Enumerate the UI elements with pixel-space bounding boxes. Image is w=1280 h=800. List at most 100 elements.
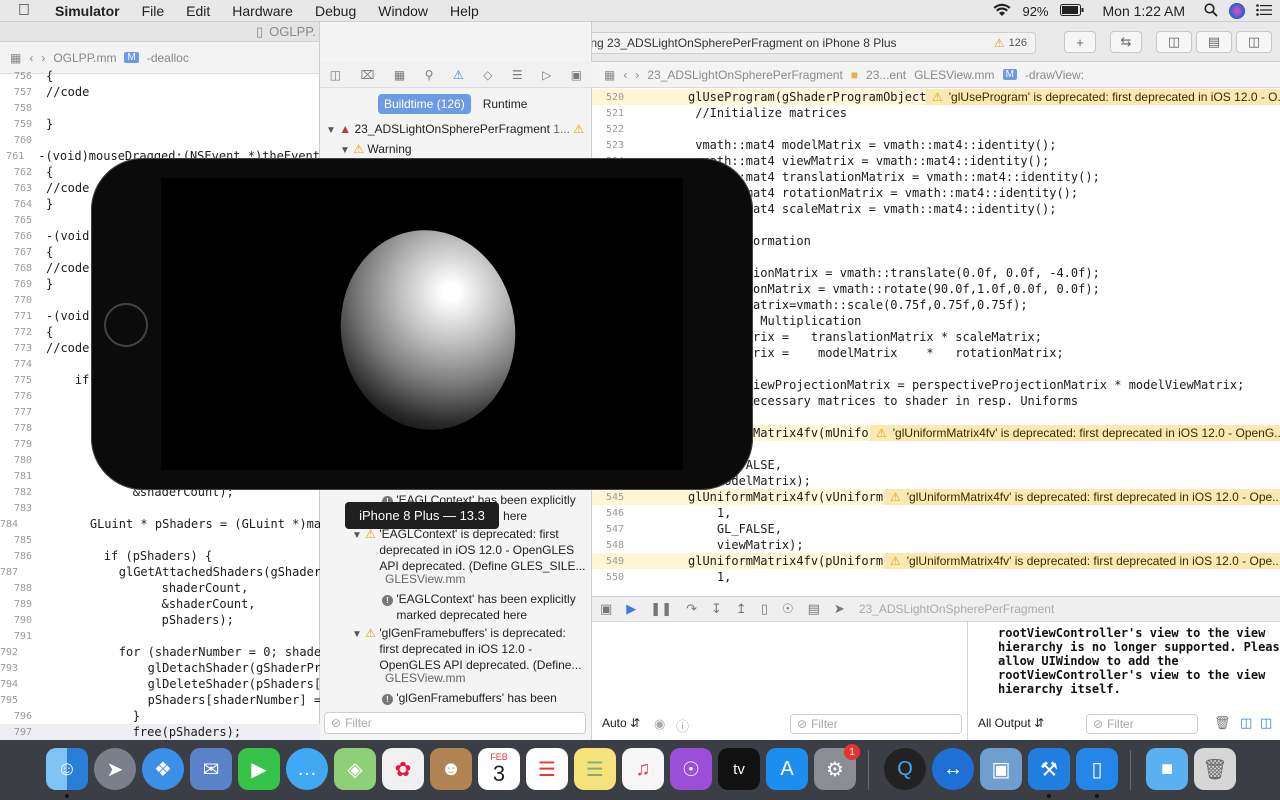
disclosure-triangle-icon[interactable]: ▼ (326, 125, 336, 136)
activity-status[interactable]: Running 23_ADSLightOnSpherePerFragment o… (548, 32, 1036, 54)
report-navigator-icon[interactable]: ▣ (571, 68, 582, 82)
code-line[interactable]: 521 //Initialize matrices (592, 105, 1280, 121)
back-arrow-icon[interactable]: ‹ (29, 51, 33, 65)
jump-file[interactable]: GLESView.mm (914, 68, 994, 82)
jump-file[interactable]: OGLPP.mm (53, 51, 116, 65)
code-line[interactable]: 785 (0, 532, 320, 548)
preview-icon[interactable]: ▣ (980, 748, 1022, 790)
code-line[interactable]: 758 (0, 100, 320, 116)
menu-simulator[interactable]: Simulator (44, 3, 131, 19)
contacts-icon[interactable]: ☻ (430, 748, 472, 790)
downloads-folder-icon[interactable]: ■ (1146, 748, 1188, 790)
related-items-icon[interactable]: ▦ (604, 68, 615, 82)
forward-arrow-icon[interactable]: › (635, 68, 639, 82)
library-button[interactable]: + (1064, 31, 1096, 53)
inline-warning[interactable]: ⚠ 'glUniformMatrix4fv' is deprecated: fir… (884, 553, 1280, 569)
disclosure-triangle-icon[interactable]: ▼ (340, 145, 350, 156)
xcode-icon[interactable]: ⚒ (1028, 748, 1070, 790)
teamviewer-icon[interactable]: ↔ (932, 748, 974, 790)
step-out-icon[interactable]: ↥ (736, 601, 747, 617)
info-icon[interactable]: ⓘ (676, 716, 689, 735)
tab-buildtime[interactable]: Buildtime (126) (378, 94, 471, 114)
clock[interactable]: Mon 1:22 AM (1095, 3, 1194, 19)
console-filter-field[interactable]: ⊘ Filter (1086, 714, 1198, 734)
test-navigator-icon[interactable]: ◇ (483, 68, 492, 82)
split-right-icon[interactable]: ◫ (1260, 715, 1272, 731)
code-line[interactable]: 796 } (0, 708, 320, 724)
toggle-debug-area-button[interactable]: ▤ (1196, 31, 1232, 53)
eye-icon[interactable]: ◉ (654, 716, 665, 732)
debug-process[interactable]: 23_ADSLightOnSpherePerFragment (859, 602, 1054, 616)
code-line[interactable]: 783 (0, 500, 320, 516)
code-line[interactable]: 757 //code (0, 84, 320, 100)
jump-group[interactable]: 23...ent (866, 68, 906, 82)
menu-debug[interactable]: Debug (304, 3, 367, 19)
step-over-icon[interactable]: ↷ (686, 601, 697, 617)
facetime-icon[interactable]: ▶ (238, 748, 280, 790)
app-store-icon[interactable]: A (766, 748, 808, 790)
forward-arrow-icon[interactable]: › (41, 51, 45, 65)
issue-file[interactable]: GLESView.mm (385, 670, 465, 686)
code-line[interactable]: 788 shaderCount, (0, 580, 320, 596)
jump-symbol[interactable]: -dealloc (147, 51, 189, 65)
code-line[interactable]: 548 viewMatrix); (592, 537, 1280, 553)
issue-note-2[interactable]: ! 'EAGLContext' has been explicitly mark… (382, 591, 576, 623)
code-line[interactable]: 523 vmath::mat4 modelMatrix = vmath::mat… (592, 137, 1280, 153)
code-line[interactable]: 522 (592, 121, 1280, 137)
code-line[interactable]: 795 pShaders[shaderNumber] = (0, 692, 321, 708)
hide-debug-area-icon[interactable]: ▣ (600, 601, 612, 617)
environment-overrides-icon[interactable]: ▤ (808, 601, 820, 617)
code-review-button[interactable]: ⇆ (1110, 31, 1142, 53)
auto-variables-selector[interactable]: Auto ⇵ (602, 716, 640, 730)
location-icon[interactable]: ➤ (834, 601, 845, 617)
mail-icon[interactable]: ✉ (190, 748, 232, 790)
jump-project[interactable]: 23_ADSLightOnSpherePerFragment (647, 68, 842, 82)
menu-help[interactable]: Help (439, 3, 490, 19)
code-line[interactable]: 546 1, (592, 505, 1280, 521)
code-line[interactable]: 784 GLuint * pShaders = (GLuint *)ma (0, 516, 321, 532)
inline-warning[interactable]: ⚠ 'glUniformMatrix4fv' is deprecated: fir… (870, 425, 1280, 441)
menu-file[interactable]: File (131, 3, 176, 19)
apple-tv-icon[interactable]: tv (718, 748, 760, 790)
output-selector[interactable]: All Output ⇵ (978, 716, 1044, 730)
music-icon[interactable]: ♫ (622, 748, 664, 790)
reminders-icon[interactable]: ☰ (526, 748, 568, 790)
navigator-filter-field[interactable]: ⊘ Filter (324, 712, 586, 734)
tab-runtime[interactable]: Runtime (477, 94, 534, 114)
jump-symbol[interactable]: -drawView: (1025, 68, 1084, 82)
variables-filter-field[interactable]: ⊘ Filter (790, 714, 962, 734)
code-line[interactable]: 787 glGetAttachedShaders(gShader (0, 564, 321, 580)
finder-icon[interactable]: ☺ (46, 748, 88, 790)
find-navigator-icon[interactable]: ⚲ (425, 68, 434, 82)
home-button[interactable] (104, 303, 148, 347)
photos-icon[interactable]: ✿ (382, 748, 424, 790)
issue-file[interactable]: GLESView.mm (385, 571, 465, 587)
code-line[interactable]: 756 { (0, 68, 320, 84)
project-navigator-icon[interactable]: ◫ (330, 68, 341, 82)
code-line[interactable]: 786 if (pShaders) { (0, 548, 320, 564)
toggle-inspector-button[interactable]: ◫ (1236, 31, 1272, 53)
issue-navigator-icon[interactable]: ⚠ (453, 68, 464, 82)
system-preferences-icon[interactable]: ⚙ 1 (814, 744, 860, 790)
spotlight-search-icon[interactable] (1204, 2, 1218, 20)
messages-icon[interactable]: … (286, 748, 328, 790)
podcasts-icon[interactable]: ☉ (670, 748, 712, 790)
maps-icon[interactable]: ◈ (334, 748, 376, 790)
code-line[interactable]: 792 for (shaderNumber = 0; shade (0, 644, 321, 660)
related-items-icon[interactable]: ▦ (10, 51, 21, 65)
disclosure-triangle-icon[interactable]: ▼ (352, 629, 362, 640)
code-line[interactable]: 550 1, (592, 569, 1280, 585)
simulator-app-icon[interactable]: ▯ (1076, 748, 1118, 790)
disclosure-triangle-icon[interactable]: ▼ (352, 530, 362, 541)
wifi-icon[interactable] (993, 3, 1011, 20)
code-line[interactable]: 760 (0, 132, 320, 148)
code-line[interactable]: 793 glDetachShader(gShaderPr (0, 660, 321, 676)
notes-icon[interactable]: ☰ (574, 748, 616, 790)
notification-center-icon[interactable] (1256, 3, 1272, 19)
issue-warning-1[interactable]: ▼ ⚠ 'EAGLContext' is deprecated: first d… (352, 526, 585, 574)
debug-navigator-icon[interactable]: ☰ (512, 68, 523, 82)
memory-graph-icon[interactable]: ☉ (782, 601, 794, 617)
siri-icon[interactable] (1229, 3, 1245, 19)
apple-menu-icon[interactable]:  (0, 2, 44, 20)
code-line[interactable]: 791 (0, 628, 320, 644)
